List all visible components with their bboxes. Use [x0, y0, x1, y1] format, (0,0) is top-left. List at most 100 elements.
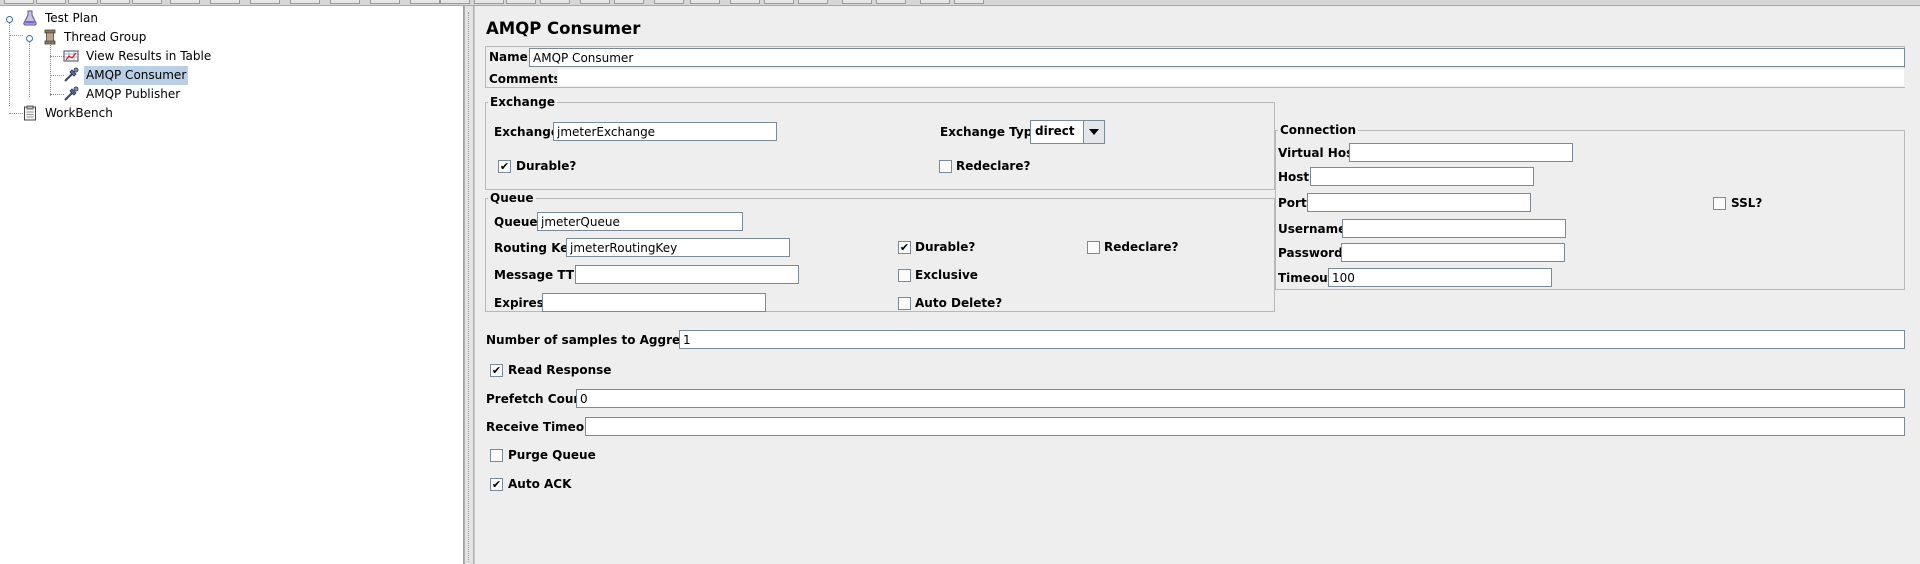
toolbar-button[interactable] [474, 0, 504, 4]
name-label: Name: [489, 50, 533, 64]
tree-item-thread-group[interactable]: Thread Group [42, 28, 242, 47]
exchange-durable-checkbox[interactable]: ✔ [498, 160, 511, 173]
tree-connector [9, 35, 23, 36]
exchange-type-value: direct [1035, 124, 1075, 138]
toolbar-button[interactable] [580, 0, 610, 4]
toolbar-button[interactable] [250, 0, 280, 4]
toolbar-button[interactable] [330, 0, 360, 4]
toolbar-button[interactable] [798, 0, 828, 4]
toolbar-button[interactable] [920, 0, 950, 4]
tree-item-label: Thread Group [64, 30, 147, 44]
queue-durable-checkbox[interactable]: ✔ [898, 241, 911, 254]
auto-delete-checkbox[interactable] [898, 297, 911, 310]
toolbar-button[interactable] [290, 0, 320, 4]
exchange-label: Exchange [494, 125, 559, 139]
comments-label: Comments: [489, 72, 566, 86]
toolbar-button[interactable] [540, 0, 570, 4]
toolbar-button[interactable] [506, 0, 536, 4]
tree-connector [29, 39, 30, 97]
host-field[interactable] [1310, 167, 1534, 186]
tree-item-label: View Results in Table [86, 49, 212, 63]
username-field[interactable] [1342, 219, 1566, 238]
tree-item-workbench[interactable]: WorkBench [22, 104, 222, 123]
port-field[interactable] [1307, 193, 1531, 212]
toolbar-button[interactable] [842, 0, 872, 4]
pipette-icon [64, 86, 79, 101]
expires-field[interactable] [542, 293, 766, 312]
tree-connector [50, 94, 64, 95]
read-response-checkbox[interactable]: ✔ [490, 364, 503, 377]
toolbar-button[interactable] [690, 0, 720, 4]
toolbar-button[interactable] [876, 0, 906, 4]
ssl-label: SSL? [1731, 196, 1763, 210]
queue-redeclare-checkbox[interactable] [1087, 241, 1100, 254]
receive-timeout-label: Receive Timeout [486, 420, 599, 434]
amqp-consumer-panel: AMQP Consumer Name: Comments: Exchange E… [474, 6, 1920, 564]
auto-ack-checkbox[interactable]: ✔ [490, 478, 503, 491]
toolbar-button[interactable] [132, 0, 162, 4]
exchange-redeclare-label: Redeclare? [956, 159, 1031, 173]
comments-field[interactable] [557, 68, 1905, 87]
toolbar-button[interactable] [764, 0, 794, 4]
expires-label: Expires [494, 296, 544, 310]
clipboard-icon [24, 105, 36, 121]
exchange-field[interactable] [553, 122, 777, 141]
expand-toggle-icon[interactable] [6, 16, 13, 23]
exclusive-label: Exclusive [915, 268, 978, 282]
toolbar-button[interactable] [4, 0, 34, 4]
toolbar-button[interactable] [170, 0, 200, 4]
exclusive-checkbox[interactable] [898, 269, 911, 282]
test-plan-tree: Test Plan Thread Group View Results in T… [0, 6, 464, 564]
connection-group-title: Connection [1278, 123, 1359, 137]
toolbar-button[interactable] [614, 0, 644, 4]
tree-connector [9, 113, 23, 114]
timeout-label: Timeout [1278, 271, 1334, 285]
tree-item-label: AMQP Publisher [86, 87, 181, 101]
exchange-redeclare-checkbox[interactable] [939, 160, 952, 173]
toolbar-button[interactable] [410, 0, 440, 4]
exchange-type-select[interactable]: direct [1030, 120, 1105, 144]
toolbar-button[interactable] [210, 0, 240, 4]
tree-connector [50, 75, 64, 76]
prefetch-count-field[interactable] [576, 389, 1905, 408]
tree-item-amqp-consumer[interactable]: AMQP Consumer [63, 66, 263, 85]
expand-toggle-icon[interactable] [26, 35, 33, 42]
tree-item-amqp-publisher[interactable]: AMQP Publisher [63, 85, 263, 104]
queue-redeclare-label: Redeclare? [1104, 240, 1179, 254]
timeout-field[interactable] [1328, 268, 1552, 287]
purge-queue-label: Purge Queue [508, 448, 596, 462]
password-field[interactable] [1341, 243, 1565, 262]
pipette-icon [64, 67, 79, 82]
split-pane-divider[interactable] [464, 6, 474, 564]
samples-field[interactable] [679, 330, 1905, 349]
toolbar-button[interactable] [954, 0, 984, 4]
name-field[interactable] [529, 48, 1905, 67]
toolbar-button[interactable] [100, 0, 130, 4]
toolbar-button[interactable] [440, 0, 470, 4]
auto-ack-label: Auto ACK [508, 477, 572, 491]
queue-field[interactable] [537, 212, 743, 231]
chevron-down-icon[interactable] [1083, 121, 1104, 143]
spool-icon [44, 29, 56, 45]
toolbar-button[interactable] [730, 0, 760, 4]
exchange-group-title: Exchange [488, 95, 557, 109]
tree-item-view-results-in-table[interactable]: View Results in Table [63, 47, 263, 66]
toolbar-button[interactable] [68, 0, 98, 4]
receive-timeout-field[interactable] [585, 417, 1905, 436]
password-label: Password [1278, 246, 1343, 260]
prefetch-count-label: Prefetch Count [486, 392, 588, 406]
toolbar-button[interactable] [36, 0, 66, 4]
purge-queue-checkbox[interactable] [490, 449, 503, 462]
exchange-durable-label: Durable? [516, 159, 577, 173]
ssl-checkbox[interactable] [1713, 197, 1726, 210]
tree-connector [50, 56, 64, 57]
toolbar-button[interactable] [370, 0, 400, 4]
tree-item-test-plan[interactable]: Test Plan [22, 9, 222, 28]
toolbar-button[interactable] [654, 0, 684, 4]
tree-connector [50, 40, 51, 96]
virtual-host-field[interactable] [1349, 143, 1573, 162]
message-ttl-field[interactable] [575, 265, 799, 284]
samples-label: Number of samples to Aggregate [486, 333, 711, 347]
queue-label: Queue [494, 215, 538, 229]
routing-key-field[interactable] [566, 238, 790, 257]
